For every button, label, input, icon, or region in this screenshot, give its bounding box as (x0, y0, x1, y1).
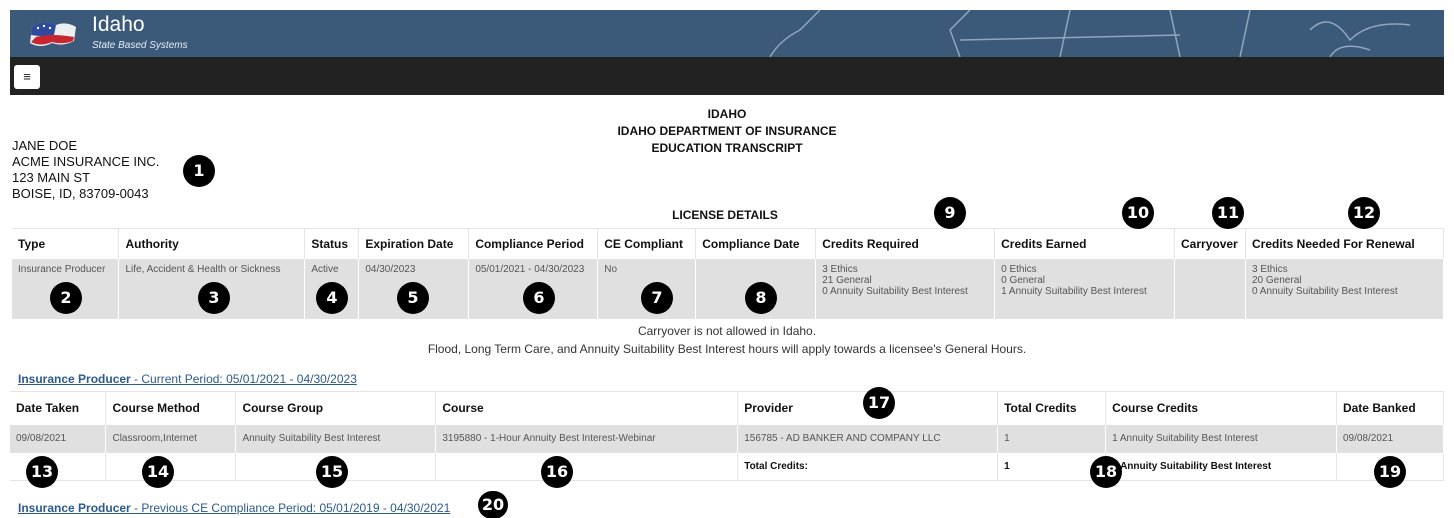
carryover-note: Carryover is not allowed in Idaho. (637, 324, 817, 338)
col-status: Status (304, 228, 360, 259)
course-provider: 156785 - AD BANKER AND COMPANY LLC (737, 424, 999, 453)
course-date-banked: 09/08/2021 (1336, 424, 1445, 453)
licensee-street: 123 MAIN ST (12, 170, 91, 185)
course-total-credits: 1 (997, 424, 1107, 453)
app-header: Idaho State Based Systems (10, 10, 1444, 57)
col-authority: Authority (118, 228, 306, 259)
col-credits-required: Credits Required (815, 228, 996, 259)
courses-table: Date Taken Course Method Course Group Co… (10, 391, 1445, 481)
course-credits: 1 Annuity Suitability Best Interest (1105, 424, 1337, 453)
col-type: Type (12, 228, 120, 259)
col-course-credits: Course Credits (1105, 391, 1337, 425)
totals-value: 1 (997, 452, 1107, 481)
totals-label: Total Credits: (737, 452, 999, 481)
license-header-row: Type Authority Status Expiration Date Co… (12, 228, 1444, 259)
licensee-name: JANE DOE (12, 138, 78, 153)
current-period-link[interactable]: Insurance Producer - Current Period: 05/… (18, 372, 357, 386)
col-ce-compliant: CE Compliant (597, 228, 697, 259)
course-totals-row: Total Credits: 1 Annuity Suitability Bes… (10, 452, 1445, 481)
annotation-badge-9: 9 (934, 197, 966, 229)
course-name: 3195880 - 1-Hour Annuity Best Interest-W… (435, 424, 739, 453)
license-credits-earned: 0 Ethics 0 General 1 Annuity Suitability… (994, 258, 1176, 319)
annotation-badge-19: 19 (1374, 456, 1406, 488)
licensee-company: ACME INSURANCE INC. (12, 154, 160, 169)
col-carryover: Carryover (1174, 228, 1246, 259)
course-date-taken: 09/08/2021 (10, 424, 107, 453)
report-state: IDAHO (707, 107, 747, 121)
navbar: ≡ (10, 57, 1444, 95)
app-title: Idaho (92, 13, 145, 36)
annotation-badge-4: 4 (316, 282, 348, 314)
course-row: 09/08/2021 Classroom,Internet Annuity Su… (10, 424, 1445, 453)
annotation-badge-10: 10 (1122, 197, 1154, 229)
col-credits-earned: Credits Earned (994, 228, 1176, 259)
annotation-badge-20: 20 (478, 491, 508, 518)
hamburger-menu-button[interactable]: ≡ (14, 65, 40, 89)
annotation-badge-11: 11 (1212, 197, 1244, 229)
license-carryover (1174, 258, 1246, 319)
annotation-badge-7: 7 (641, 282, 673, 314)
annotation-badge-3: 3 (198, 282, 230, 314)
courses-header-row: Date Taken Course Method Course Group Co… (10, 391, 1445, 425)
general-hours-note: Flood, Long Term Care, and Annuity Suita… (427, 342, 1027, 356)
col-compliance-date: Compliance Date (695, 228, 817, 259)
col-expiration: Expiration Date (358, 228, 470, 259)
col-course-method: Course Method (105, 391, 237, 425)
previous-period-link[interactable]: Insurance Producer - Previous CE Complia… (18, 501, 450, 515)
licensee-address: JANE DOE ACME INSURANCE INC. 123 MAIN ST… (12, 138, 159, 202)
app-subtitle: State Based Systems (92, 40, 188, 51)
col-credits-needed: Credits Needed For Renewal (1245, 228, 1444, 259)
col-compliance-period: Compliance Period (468, 228, 599, 259)
license-credits-required: 3 Ethics 21 General 0 Annuity Suitabilit… (815, 258, 996, 319)
license-credits-needed: 3 Ethics 20 General 0 Annuity Suitabilit… (1245, 258, 1444, 319)
col-course: Course (435, 391, 739, 425)
annotation-badge-1: 1 (183, 155, 215, 187)
annotation-badge-17: 17 (863, 387, 895, 419)
annotation-badge-12: 12 (1348, 197, 1380, 229)
totals-credits: Annuity Suitability Best Interest (1105, 452, 1337, 481)
annotation-badge-14: 14 (142, 456, 174, 488)
report-title: EDUCATION TRANSCRIPT (651, 141, 803, 155)
col-total-credits: Total Credits (997, 391, 1107, 425)
col-date-taken: Date Taken (10, 391, 107, 425)
annotation-badge-15: 15 (316, 456, 348, 488)
course-group: Annuity Suitability Best Interest (235, 424, 437, 453)
annotation-badge-18: 18 (1090, 456, 1122, 488)
col-date-banked: Date Banked (1336, 391, 1445, 425)
annotation-badge-6: 6 (523, 282, 555, 314)
annotation-badge-8: 8 (745, 282, 777, 314)
col-course-group: Course Group (235, 391, 437, 425)
annotation-badge-16: 16 (541, 456, 573, 488)
report-department: IDAHO DEPARTMENT OF INSURANCE (617, 124, 837, 138)
annotation-badge-13: 13 (26, 456, 58, 488)
annotation-badge-2: 2 (50, 282, 82, 314)
licensee-city: BOISE, ID, 83709-0043 (12, 186, 149, 201)
course-method: Classroom,Internet (105, 424, 237, 453)
map-outline-icon (769, 10, 1411, 57)
state-flag-logo-icon (30, 22, 76, 46)
annotation-badge-5: 5 (397, 282, 429, 314)
